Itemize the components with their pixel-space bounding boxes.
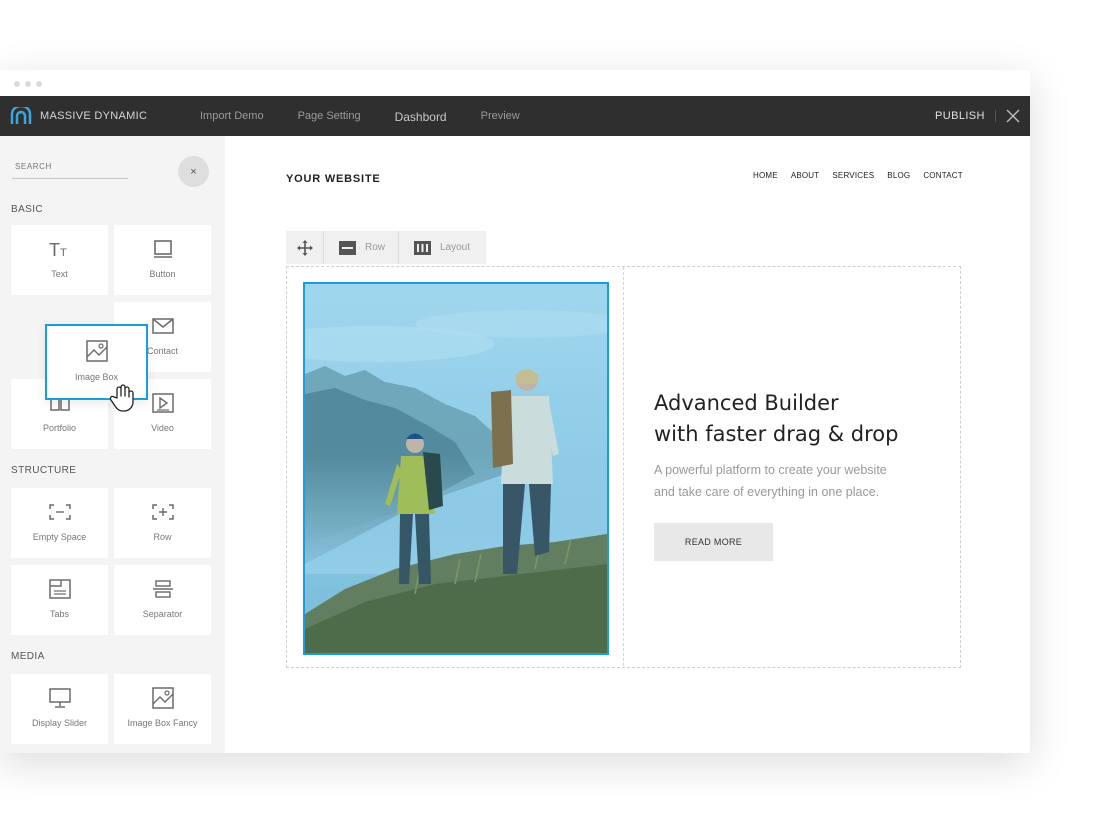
nav-contact[interactable]: CONTACT	[923, 171, 962, 180]
menu-dashboard[interactable]: Dashbord	[395, 110, 447, 124]
top-bar: MASSIVE DYNAMIC Import Demo Page Setting…	[0, 96, 1030, 136]
nav-home[interactable]: HOME	[753, 171, 778, 180]
search-input[interactable]	[12, 158, 125, 171]
search-field	[12, 156, 128, 179]
display-slider-icon	[48, 687, 71, 709]
section-basic: BASIC	[11, 204, 44, 215]
image-fancy-icon	[151, 687, 174, 709]
tile-label: Row	[153, 532, 172, 542]
brand-logo-icon	[10, 107, 32, 124]
nav-services[interactable]: SERVICES	[832, 171, 874, 180]
tile-image-box-fancy[interactable]: Image Box Fancy	[114, 674, 211, 744]
svg-text:T: T	[49, 240, 60, 258]
section-media: MEDIA	[11, 651, 45, 662]
row-icon	[339, 240, 356, 255]
hero-subtext: A powerful platform to create your websi…	[654, 459, 944, 503]
brand-name: MASSIVE DYNAMIC	[40, 110, 148, 122]
move-handle[interactable]	[286, 231, 324, 264]
tile-text[interactable]: TT Text	[11, 225, 108, 295]
hero-image[interactable]	[303, 282, 609, 655]
tile-label: Separator	[142, 609, 183, 619]
tabs-icon	[48, 578, 71, 600]
site-title: YOUR WEBSITE	[286, 173, 381, 185]
tile-tabs[interactable]: Tabs	[11, 565, 108, 635]
window-dot	[25, 81, 31, 87]
video-icon	[151, 392, 174, 414]
headline-line-2: with faster drag & drop	[654, 422, 899, 446]
section-structure: STRUCTURE	[11, 465, 77, 476]
svg-text:T: T	[60, 247, 67, 258]
row-label: Row	[365, 242, 386, 253]
nav-blog[interactable]: BLOG	[887, 171, 910, 180]
row-icon	[151, 501, 174, 523]
tile-row[interactable]: Row	[114, 488, 211, 558]
elements-sidebar: × BASIC TT Text Button Contact Portfolio…	[0, 136, 225, 753]
row-button[interactable]: Row	[324, 231, 399, 264]
tile-label: Display Slider	[31, 718, 88, 728]
window-dot	[14, 81, 20, 87]
separator-icon	[152, 578, 174, 600]
menu-page-setting[interactable]: Page Setting	[298, 110, 361, 122]
tile-label: Video	[151, 423, 174, 433]
tile-label: Text	[51, 269, 68, 279]
button-icon	[152, 238, 174, 260]
tile-empty-space[interactable]: Empty Space	[11, 488, 108, 558]
subtext-line-2: and take care of everything in one place…	[654, 485, 880, 499]
layout-label: Layout	[440, 242, 471, 253]
grab-hand-cursor-icon	[110, 384, 134, 412]
tile-button[interactable]: Button	[114, 225, 211, 295]
tile-label: Button	[149, 269, 176, 279]
subtext-line-1: A powerful platform to create your websi…	[654, 463, 887, 477]
image-icon	[85, 340, 108, 362]
window-dot	[36, 81, 42, 87]
tile-separator[interactable]: Separator	[114, 565, 211, 635]
tile-display-slider[interactable]: Display Slider	[11, 674, 108, 744]
site-nav: HOME ABOUT SERVICES BLOG CONTACT	[753, 171, 976, 180]
move-icon	[296, 239, 313, 256]
tile-label: Tabs	[49, 609, 69, 619]
hikers-photo	[305, 284, 607, 653]
hero-headline: Advanced Builder with faster drag & drop	[654, 388, 954, 450]
headline-line-1: Advanced Builder	[654, 391, 839, 415]
text-icon: TT	[49, 238, 71, 260]
window-dots	[14, 81, 42, 87]
column-divider	[623, 267, 624, 666]
read-more-button[interactable]: READ MORE	[654, 523, 773, 561]
topbar-divider	[995, 110, 996, 122]
menu-preview[interactable]: Preview	[481, 110, 520, 122]
top-menu: Import Demo Page Setting Dashbord Previe…	[200, 96, 554, 136]
tile-label: Empty Space	[32, 532, 87, 542]
close-icon[interactable]	[1006, 109, 1020, 123]
publish-button[interactable]: PUBLISH	[935, 96, 985, 136]
envelope-icon	[151, 315, 174, 337]
nav-about[interactable]: ABOUT	[791, 171, 820, 180]
brand[interactable]: MASSIVE DYNAMIC	[10, 96, 147, 136]
empty-space-icon	[48, 501, 71, 523]
row-toolbar: Row Layout	[286, 231, 486, 264]
layout-columns-icon	[414, 240, 431, 255]
tile-label: Image Box Fancy	[127, 718, 198, 728]
layout-button[interactable]: Layout	[399, 231, 486, 264]
menu-import-demo[interactable]: Import Demo	[200, 110, 264, 122]
tile-label: Portfolio	[42, 423, 77, 433]
search-clear-button[interactable]: ×	[178, 156, 209, 187]
tile-label: Image Box	[74, 372, 119, 382]
